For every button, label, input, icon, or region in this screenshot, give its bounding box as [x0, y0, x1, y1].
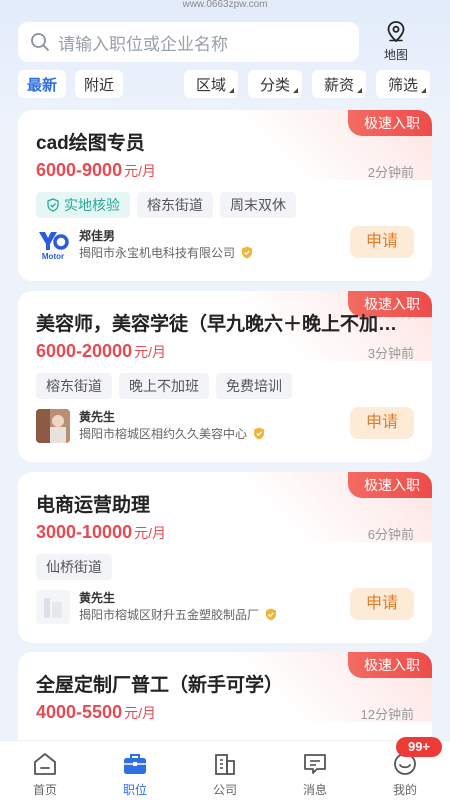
company-logo — [36, 409, 70, 443]
job-title: cad绘图专员 — [36, 133, 145, 154]
salary-range: 6000-20000 — [36, 341, 133, 361]
job-tag: 晚上不加班 — [119, 373, 209, 399]
filter-salary[interactable]: 薪资 — [312, 70, 366, 98]
message-icon — [304, 754, 326, 774]
job-tag: 仙桥街道 — [36, 554, 112, 580]
job-salary: 6000-9000 元/月 — [36, 160, 156, 181]
tab-messages[interactable]: 消息 — [270, 741, 360, 800]
filter-category-label: 分类 — [259, 76, 290, 94]
filter-more-label: 筛选 — [387, 76, 418, 94]
job-card[interactable]: 极速入职 电商运营助理 3000-10000 元/月 6分钟前 仙桥街道 黄先生 … — [18, 472, 432, 643]
salary-unit: 元/月 — [124, 163, 156, 179]
url-bar: www.0663zpw.com — [182, 0, 268, 10]
tab-home[interactable]: 首页 — [0, 741, 90, 800]
tab-jobs[interactable]: 职位 — [90, 741, 180, 800]
verified-shield-icon — [254, 427, 265, 440]
caret-icon — [229, 88, 234, 93]
notification-badge: 99+ — [396, 737, 442, 757]
tab-messages-label: 消息 — [302, 783, 327, 797]
company-name-row: 揭阳市榕城区财升五金塑胶制品厂 — [79, 606, 277, 623]
company-logo-placeholder — [36, 590, 70, 624]
post-time: 6分钟前 — [367, 527, 414, 542]
job-tag: 榕东街道 — [137, 192, 213, 218]
salary-unit: 元/月 — [124, 705, 156, 721]
tab-home-label: 首页 — [32, 783, 57, 797]
map-pin-icon — [387, 21, 405, 43]
job-tag: 榕东街道 — [36, 373, 112, 399]
company-name-row: 揭阳市永宝机电科技有限公司 — [79, 244, 253, 261]
company-name: 揭阳市榕城区财升五金塑胶制品厂 — [79, 608, 260, 622]
company-photo — [36, 409, 70, 443]
salary-range: 6000-9000 — [36, 160, 123, 180]
caret-icon — [421, 88, 426, 93]
company-logo — [36, 590, 70, 624]
recruiter-name: 黄先生 — [79, 591, 116, 605]
post-time: 3分钟前 — [367, 346, 414, 361]
recruiter-name: 黄先生 — [79, 410, 116, 424]
apply-button[interactable]: 申请 — [350, 226, 414, 258]
job-card[interactable]: 极速入职 cad绘图专员 6000-9000 元/月 2分钟前 实地核验 榕东街道… — [18, 110, 432, 281]
job-salary: 3000-10000 元/月 — [36, 522, 166, 543]
tab-company-label: 公司 — [212, 783, 237, 797]
filter-category[interactable]: 分类 — [248, 70, 302, 98]
company-name: 揭阳市榕城区相约久久美容中心 — [79, 427, 248, 441]
verified-shield-icon — [266, 608, 277, 621]
tab-profile-label: 我的 — [392, 783, 417, 797]
salary-range: 4000-5500 — [36, 702, 123, 722]
salary-range: 3000-10000 — [36, 522, 133, 542]
logo-text: Motor — [42, 252, 64, 261]
post-time: 2分钟前 — [367, 165, 414, 180]
filter-latest[interactable]: 最新 — [18, 70, 66, 98]
map-label: 地图 — [383, 48, 408, 62]
verified-tag: 实地核验 — [36, 192, 130, 218]
company-name: 揭阳市永宝机电科技有限公司 — [79, 246, 236, 260]
job-tags: 实地核验 榕东街道 周末双休 — [36, 192, 303, 218]
apply-button[interactable]: 申请 — [350, 407, 414, 439]
bottom-tab-bar: 首页 职位 公司 消息 我的 — [0, 740, 450, 800]
search-placeholder: 请输入职位或企业名称 — [58, 34, 228, 54]
company-logo: Motor — [36, 228, 70, 262]
post-time: 12分钟前 — [360, 707, 414, 722]
filter-nearby[interactable]: 附近 — [75, 70, 123, 98]
company-name-row: 揭阳市榕城区相约久久美容中心 — [79, 425, 265, 442]
apply-button[interactable]: 申请 — [350, 588, 414, 620]
filter-salary-label: 薪资 — [323, 76, 354, 94]
verified-shield-icon — [242, 246, 253, 259]
building-icon — [215, 754, 235, 775]
briefcase-icon — [124, 754, 146, 774]
caret-icon — [293, 88, 298, 93]
filter-area-label: 区域 — [195, 76, 226, 94]
filter-area[interactable]: 区域 — [184, 70, 238, 98]
search-input[interactable]: 请输入职位或企业名称 — [18, 22, 359, 62]
job-salary: 4000-5500 元/月 — [36, 702, 156, 723]
job-tags: 榕东街道 晚上不加班 免费培训 — [36, 373, 299, 399]
tab-company[interactable]: 公司 — [180, 741, 270, 800]
home-icon — [34, 753, 56, 775]
company-logo-mark: Motor — [39, 232, 69, 261]
job-salary: 6000-20000 元/月 — [36, 341, 166, 362]
recruiter-name: 郑佳男 — [79, 229, 116, 243]
verified-tag-label: 实地核验 — [64, 197, 120, 213]
caret-icon — [357, 88, 362, 93]
job-tag: 免费培训 — [216, 373, 292, 399]
job-title: 电商运营助理 — [36, 495, 151, 516]
job-tags: 仙桥街道 — [36, 554, 119, 580]
salary-unit: 元/月 — [134, 525, 166, 541]
salary-unit: 元/月 — [134, 344, 166, 360]
tab-jobs-label: 职位 — [122, 783, 147, 797]
search-icon — [31, 33, 49, 51]
map-button[interactable]: 地图 — [372, 20, 420, 66]
job-title: 美容师，美容学徒（早九晚六＋晚上不加班） — [36, 314, 406, 335]
job-tag: 周末双休 — [220, 192, 296, 218]
job-title: 全屋定制厂普工（新手可学） — [36, 675, 284, 696]
filter-more[interactable]: 筛选 — [376, 70, 430, 98]
job-card[interactable]: 极速入职 美容师，美容学徒（早九晚六＋晚上不加班） 6000-20000 元/月 … — [18, 291, 432, 462]
shield-check-icon — [47, 198, 59, 212]
